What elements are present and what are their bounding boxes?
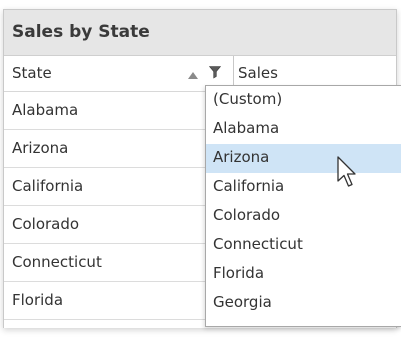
state-cell: Alabama [12,101,79,119]
option-label: (Custom) [213,90,283,108]
option-label: Florida [213,264,265,282]
mouse-pointer-icon [337,156,356,187]
option-label: California [213,177,285,195]
option-label: Georgia [213,293,272,311]
filter-option-custom[interactable]: (Custom) [206,86,401,115]
option-label: Colorado [213,206,281,224]
option-label: Arizona [213,148,270,166]
option-label: Connecticut [213,235,303,253]
sort-ascending-icon[interactable] [188,72,198,79]
state-rows: Alabama Arizona California Colorado Conn… [4,92,234,320]
filter-option-california[interactable]: California [206,173,401,202]
panel-title-bar: Sales by State [4,10,396,56]
column-header-sales[interactable]: Sales [238,64,278,82]
table-row[interactable]: Arizona [4,130,234,168]
state-cell: Connecticut [12,253,102,271]
state-cell: Colorado [12,215,80,233]
table-row[interactable]: Alabama [4,92,234,130]
filter-option-alabama[interactable]: Alabama [206,115,401,144]
panel-title: Sales by State [12,22,150,42]
table-row[interactable]: California [4,168,234,206]
filter-funnel-icon[interactable] [209,66,221,80]
filter-dropdown[interactable]: (Custom) Alabama Arizona California Colo… [205,85,401,327]
state-cell: Arizona [12,139,69,157]
option-label: Alabama [213,119,280,137]
table-row[interactable]: Colorado [4,206,234,244]
state-cell: California [12,177,84,195]
filter-option-arizona[interactable]: Arizona [206,144,401,173]
column-header-state[interactable]: State [12,64,52,82]
filter-option-florida[interactable]: Florida [206,260,401,289]
table-row[interactable]: Florida [4,282,234,320]
filter-option-connecticut[interactable]: Connecticut [206,231,401,260]
filter-option-georgia[interactable]: Georgia [206,289,401,318]
table-row[interactable]: Connecticut [4,244,234,282]
state-cell: Florida [12,291,64,309]
filter-option-colorado[interactable]: Colorado [206,202,401,231]
